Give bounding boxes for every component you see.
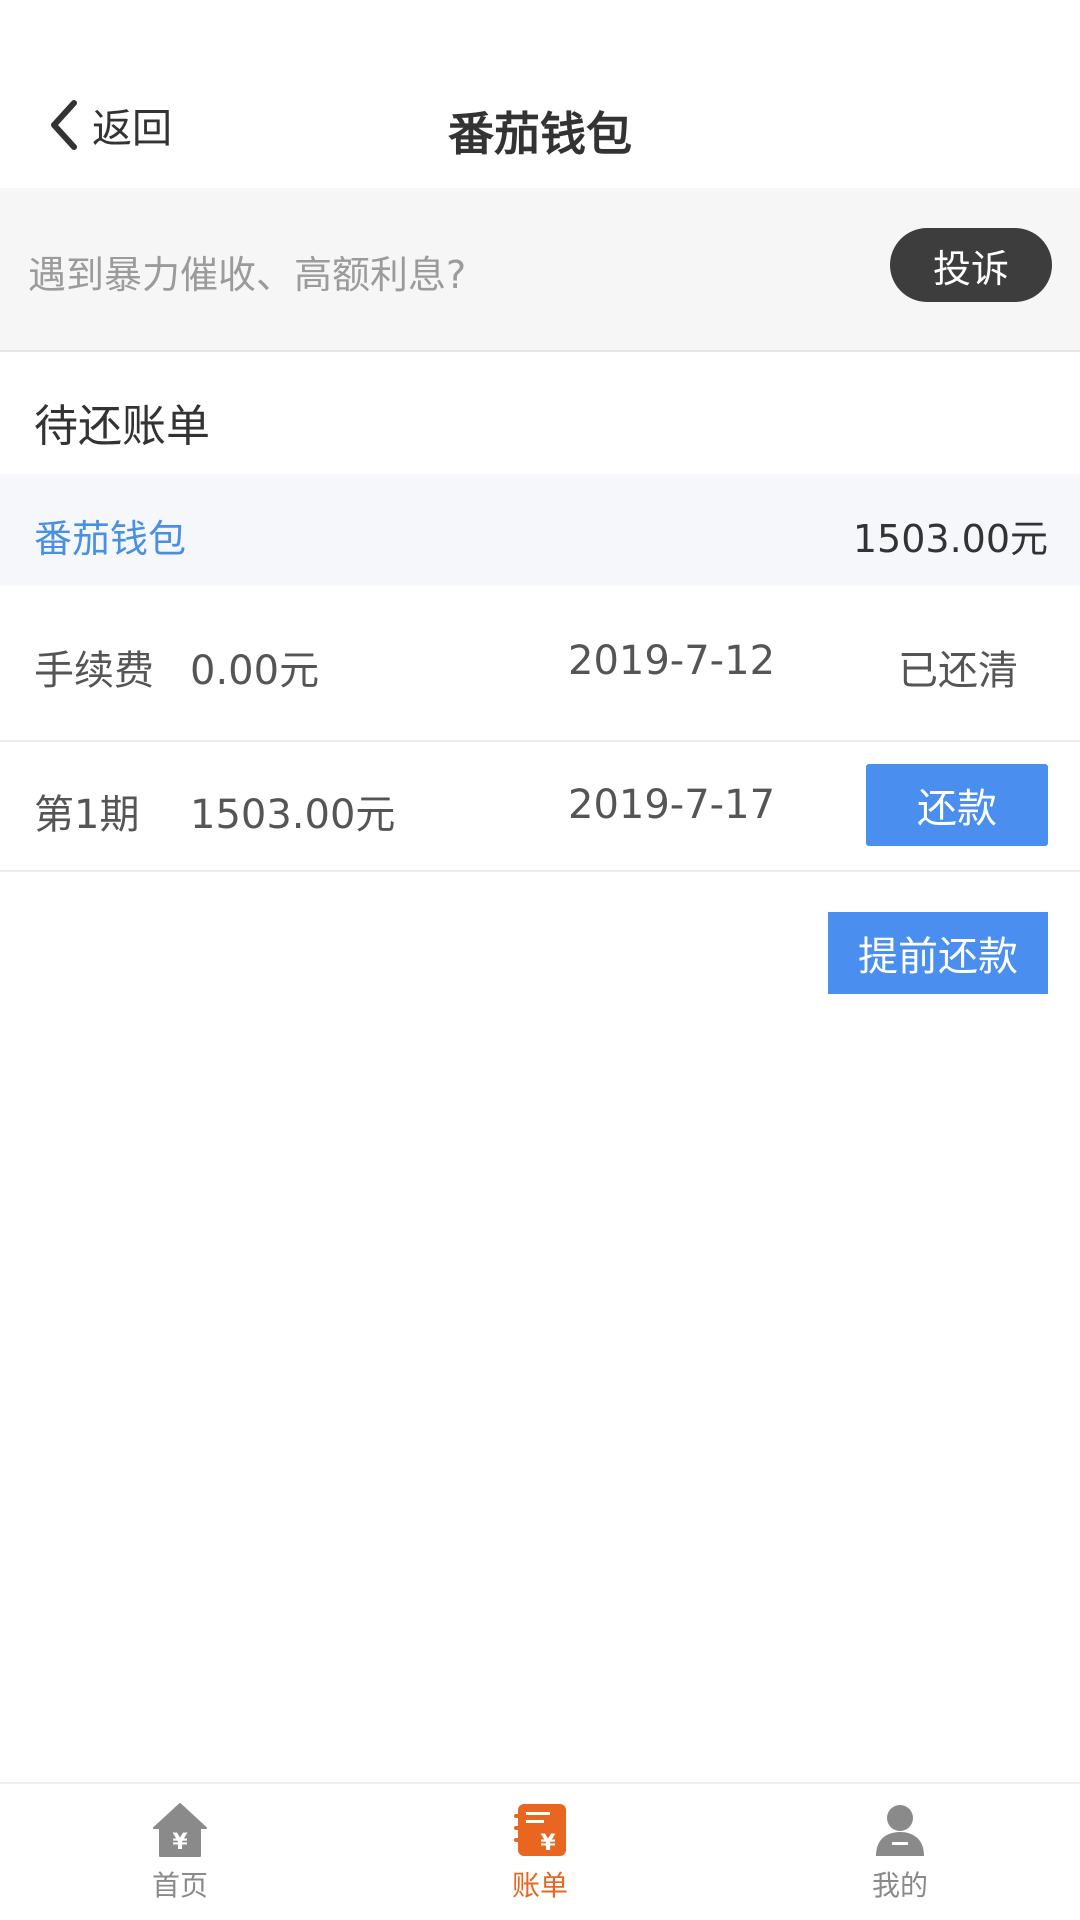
svg-text:¥: ¥ [172,1830,188,1855]
product-amount: 1503.00元 [852,517,1048,561]
section-title: 待还账单 [34,401,210,452]
tab-home[interactable]: ¥ 首页 [80,1800,280,1920]
tab-bill[interactable]: ¥ 账单 [440,1800,640,1920]
complaint-prompt: 遇到暴力催收、高额利息? [28,253,467,297]
page: 返回 番茄钱包 遇到暴力催收、高额利息? 投诉 待还账单 番茄钱包 1503.0… [0,0,1080,1920]
bill-row-installment-1: 第1期 1503.00元 2019-7-17 还款 [0,742,1080,872]
bill-date: 2019-7-12 [568,638,776,684]
bill-label: 手续费 [34,648,154,694]
tab-bar: ¥ 首页 ¥ 账单 我的 [0,1782,1080,1920]
bill-date: 2019-7-17 [568,782,776,828]
bill-amount: 0.00元 [190,648,320,694]
prepay-button[interactable]: 提前还款 [828,912,1048,994]
product-row: 番茄钱包 1503.00元 [0,474,1080,586]
svg-text:¥: ¥ [540,1831,556,1856]
page-title: 番茄钱包 [448,107,632,161]
home-yuan-icon: ¥ [153,1803,207,1857]
bill-yuan-icon: ¥ [514,1804,566,1856]
user-icon [876,1805,924,1856]
tab-label: 账单 [511,1869,568,1902]
nav-bar: 返回 番茄钱包 [0,0,1080,188]
bill-amount: 1503.00元 [190,792,396,838]
complaint-banner: 遇到暴力催收、高额利息? 投诉 [0,188,1080,352]
tab-mine[interactable]: 我的 [800,1800,1000,1920]
complain-button[interactable]: 投诉 [890,228,1052,302]
bill-row-fee: 手续费 0.00元 2019-7-12 已还清 [0,586,1080,742]
bill-status: 已还清 [898,648,1018,694]
product-name: 番茄钱包 [34,517,187,561]
repay-button[interactable]: 还款 [866,764,1048,846]
tab-label: 首页 [151,1869,208,1902]
bill-label: 第1期 [34,792,140,838]
tab-label: 我的 [871,1869,928,1902]
